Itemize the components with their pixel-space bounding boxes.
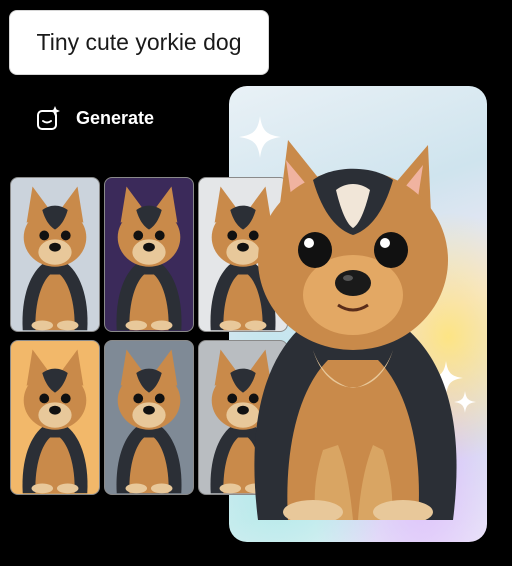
hero-yorkie-image	[254, 140, 457, 520]
yorkie-variation-4[interactable]	[10, 340, 100, 495]
prompt-text: Tiny cute yorkie dog	[36, 29, 242, 55]
yorkie-variation-1[interactable]	[10, 177, 100, 332]
yorkie-thumbnail-image	[22, 186, 88, 331]
yorkie-variation-5[interactable]	[104, 340, 194, 495]
prompt-input[interactable]: Tiny cute yorkie dog	[9, 10, 269, 75]
yorkie-thumbnail-image	[116, 349, 182, 494]
yorkie-thumbnail-image	[22, 349, 88, 494]
sparkle-wand-icon	[36, 105, 62, 131]
generate-label: Generate	[76, 107, 155, 128]
yorkie-thumbnail-image	[116, 186, 182, 331]
generate-button[interactable]: Generate	[36, 104, 154, 132]
yorkie-variation-2[interactable]	[104, 177, 194, 332]
